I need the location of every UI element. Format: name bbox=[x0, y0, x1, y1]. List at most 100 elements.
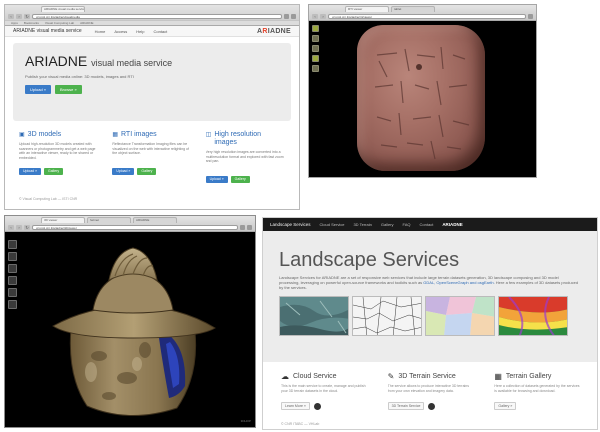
3d-canvas[interactable]: 3DHOP bbox=[5, 232, 255, 425]
bookmark-item[interactable]: ARIADNE bbox=[80, 21, 93, 25]
home-view-icon[interactable] bbox=[8, 240, 17, 249]
menu-icon[interactable] bbox=[291, 13, 296, 19]
nav-item-help[interactable]: Help bbox=[136, 29, 144, 34]
upload-button[interactable]: Upload » bbox=[25, 85, 52, 94]
gallery-3d-button[interactable]: Gallery bbox=[44, 168, 64, 175]
feature-title: 3D models bbox=[27, 131, 62, 138]
upload-hires-button[interactable]: Upload » bbox=[205, 176, 228, 183]
thumbnail-satellite[interactable] bbox=[279, 295, 349, 336]
browser-tab[interactable]: tablet bbox=[391, 6, 435, 12]
feature-title: RTI images bbox=[121, 131, 157, 138]
menu-icon[interactable] bbox=[247, 224, 252, 230]
star-icon[interactable] bbox=[284, 13, 289, 19]
3d-toolbar bbox=[8, 240, 17, 309]
address-bar[interactable]: vcg.isti.cnr.it/ariadne/rti/viewer bbox=[328, 13, 526, 19]
fullscreen-icon[interactable] bbox=[8, 300, 17, 309]
thumbnail-vector-map[interactable] bbox=[352, 295, 422, 336]
cube-icon: ▣ bbox=[19, 132, 25, 138]
hero-lead: Publish your visual media online: 3D mod… bbox=[25, 74, 134, 79]
fullscreen-icon[interactable] bbox=[312, 65, 319, 72]
feature-rti-images: ▦ RTI images Reflectance Transformation I… bbox=[112, 131, 191, 183]
browser-tab[interactable]: RTI viewer bbox=[345, 6, 389, 12]
nav-item-3d-terrain[interactable]: 3D Terrain bbox=[353, 222, 371, 227]
address-bar[interactable]: vcg.isti.cnr.it/ariadne/3d/viewer bbox=[32, 224, 238, 230]
nav-item-access[interactable]: Access bbox=[114, 29, 127, 34]
image-icon: ▦ bbox=[112, 132, 118, 138]
service-columns: ☁ Cloud Service This is the main service … bbox=[263, 362, 597, 410]
home-view-icon[interactable] bbox=[312, 25, 319, 32]
rti-viewer-window: RTI viewer tablet ‹ › vcg.isti.cnr.it/ar… bbox=[308, 4, 537, 178]
light-icon[interactable] bbox=[312, 55, 319, 62]
feature-text: Upload high-resolution 3D models created… bbox=[19, 142, 96, 160]
feature-text: Very high resolution images are converte… bbox=[205, 150, 284, 163]
star-icon[interactable] bbox=[240, 224, 245, 230]
browser-chrome: RTI viewer tablet ‹ › vcg.isti.cnr.it/ar… bbox=[309, 5, 536, 21]
landscape-services-window: Landscape Services Cloud Service 3D Terr… bbox=[262, 217, 598, 430]
browser-chrome: 3D viewer helmet ARIADNE ‹ › ↻ vcg.isti.… bbox=[5, 216, 255, 232]
browse-button[interactable]: Browse » bbox=[55, 85, 82, 94]
service-title: Terrain Gallery bbox=[505, 373, 552, 380]
reload-icon[interactable]: ↻ bbox=[24, 13, 30, 19]
info-icon[interactable] bbox=[428, 402, 436, 410]
reload-icon[interactable]: ↻ bbox=[24, 224, 30, 230]
browser-tab[interactable]: 3D viewer bbox=[41, 217, 85, 223]
service-3d-terrain: ✎ 3D Terrain Service The service allows t… bbox=[387, 372, 477, 410]
forward-icon[interactable]: › bbox=[16, 224, 22, 230]
service-title: 3D Terrain Service bbox=[398, 373, 456, 380]
back-icon[interactable]: ‹ bbox=[8, 224, 14, 230]
forward-icon[interactable]: › bbox=[16, 13, 22, 19]
nav-item-contact[interactable]: Contact bbox=[153, 29, 167, 34]
measure-icon[interactable] bbox=[8, 288, 17, 297]
back-icon[interactable]: ‹ bbox=[8, 13, 14, 19]
address-bar[interactable]: vcg.isti.cnr.it/ariadne/visualmedia bbox=[32, 13, 282, 19]
browser-tab[interactable]: ARIADNE visual media service bbox=[41, 6, 85, 12]
bookmark-item[interactable]: Visual Computing Lab bbox=[45, 21, 74, 25]
bookmark-item[interactable]: Apps bbox=[11, 21, 18, 25]
gallery-hires-button[interactable]: Gallery bbox=[230, 176, 250, 183]
service-text: Here a collection of datasets generated … bbox=[494, 384, 580, 393]
toolkit-link[interactable]: GDAL, OpenSceneGraph and osgEarth bbox=[423, 280, 493, 285]
service-text: The service allows to produce interactiv… bbox=[387, 384, 469, 393]
gallery-button[interactable]: Gallery » bbox=[494, 402, 517, 410]
browser-tab[interactable]: helmet bbox=[87, 217, 131, 223]
ariadne-logo: ARIADNE bbox=[442, 222, 463, 227]
rti-canvas[interactable] bbox=[309, 21, 536, 175]
site-navbar: Landscape Services Cloud Service 3D Terr… bbox=[263, 218, 597, 231]
cloud-learn-more-button[interactable]: Learn More » bbox=[281, 402, 310, 410]
cuneiform-marks bbox=[374, 46, 470, 160]
menu-icon[interactable] bbox=[528, 13, 533, 19]
bookmarks-bar: Apps Bookmarks Visual Computing Lab ARIA… bbox=[5, 20, 299, 25]
bookmark-item[interactable]: Bookmarks bbox=[24, 21, 39, 25]
rti-toolbar bbox=[312, 25, 319, 72]
clay-tablet-image bbox=[357, 25, 485, 171]
site-brand[interactable]: Landscape Services bbox=[270, 222, 311, 227]
light-icon[interactable] bbox=[8, 276, 17, 285]
nav-item-home[interactable]: Home bbox=[95, 29, 106, 34]
nav-item-contact[interactable]: Contact bbox=[420, 222, 434, 227]
back-icon[interactable]: ‹ bbox=[312, 13, 318, 19]
hero-jumbotron: Landscape Services Landscape Services fo… bbox=[263, 231, 597, 362]
zoom-in-icon[interactable] bbox=[312, 35, 319, 42]
page-title: Landscape Services bbox=[279, 249, 460, 271]
terrain-service-button[interactable]: 3D Terrain Service bbox=[387, 402, 425, 410]
nav-item-cloud-service[interactable]: Cloud Service bbox=[320, 222, 345, 227]
upload-3d-button[interactable]: Upload » bbox=[19, 168, 42, 175]
service-terrain-gallery: ▦ Terrain Gallery Here a collection of da… bbox=[494, 372, 583, 410]
upload-rti-button[interactable]: Upload » bbox=[112, 168, 135, 175]
info-icon[interactable] bbox=[313, 402, 321, 410]
zoom-out-icon[interactable] bbox=[8, 264, 17, 273]
feature-text: Reflectance Transformation Imaging files… bbox=[112, 142, 189, 155]
nav-item-faq[interactable]: FAQ bbox=[403, 222, 411, 227]
nav-item-gallery[interactable]: Gallery bbox=[381, 222, 394, 227]
thumbnail-landuse-map[interactable] bbox=[425, 295, 495, 336]
feature-columns: ▣ 3D models Upload high-resolution 3D mod… bbox=[5, 121, 299, 183]
bronze-helmet-model bbox=[52, 247, 216, 416]
zoom-out-icon[interactable] bbox=[312, 45, 319, 52]
forward-icon[interactable]: › bbox=[320, 13, 326, 19]
browser-tab[interactable]: ARIADNE bbox=[133, 217, 177, 223]
page-title: ARIADNE visual media service bbox=[25, 53, 173, 69]
gallery-rti-button[interactable]: Gallery bbox=[137, 168, 157, 175]
zoom-in-icon[interactable] bbox=[8, 252, 17, 261]
thumbnail-elevation-map[interactable] bbox=[498, 295, 568, 336]
site-brand[interactable]: ARIADNE visual media service bbox=[13, 28, 82, 34]
